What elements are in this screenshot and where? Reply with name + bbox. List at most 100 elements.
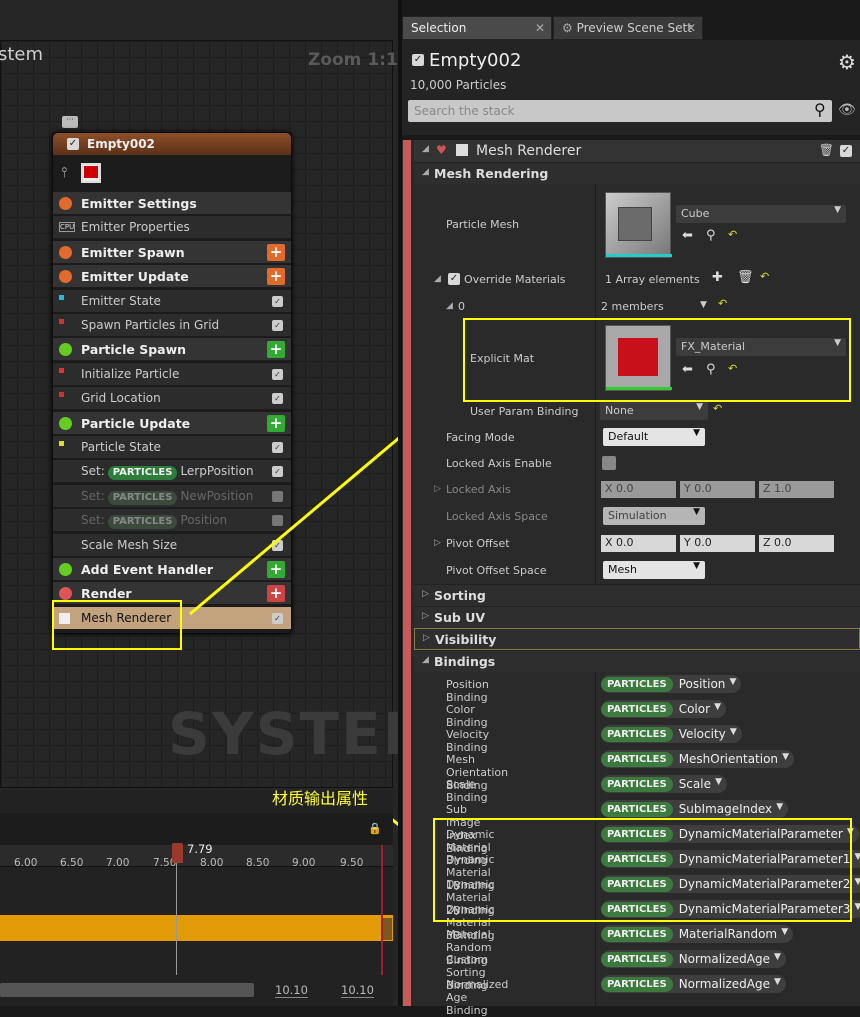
view-range-end[interactable]: 10.10 (341, 983, 374, 998)
timeline-track-end[interactable] (382, 918, 392, 940)
expand-arrow-icon[interactable]: ◢ (446, 301, 453, 311)
section-label: Sub UV (434, 610, 486, 625)
locked-axis-enable-checkbox[interactable] (602, 456, 616, 470)
user-param-label: User Param Binding (470, 405, 579, 418)
binding-combo[interactable]: PARTICLES Position ▼ (601, 675, 742, 693)
add-element-icon[interactable]: ✚ (712, 270, 723, 285)
expand-arrow-icon[interactable]: ▷ (434, 484, 441, 494)
reset-icon[interactable]: ↶ (760, 270, 769, 283)
pivot-offset-label: Pivot Offset (446, 537, 510, 550)
browse-icon[interactable]: ⚲ (706, 228, 716, 243)
chevron-down-icon[interactable]: ▼ (700, 300, 707, 310)
section-visibility[interactable]: ▷ Visibility (414, 628, 860, 650)
section-sub-uv[interactable]: ▷ Sub UV (414, 606, 860, 628)
mesh-asset-combo[interactable]: Cube ▼ (676, 205, 846, 223)
chevron-down-icon: ▼ (729, 727, 737, 737)
playhead-line[interactable] (176, 845, 177, 975)
close-icon[interactable]: ✕ (686, 21, 696, 35)
delete-icon[interactable]: 🗑 (819, 143, 834, 157)
expand-arrow-icon: ▷ (422, 589, 429, 599)
expand-arrow-icon[interactable]: ◢ (434, 274, 441, 284)
view-range-start[interactable]: 10.10 (275, 983, 308, 998)
reset-icon[interactable]: ↶ (728, 228, 737, 241)
facing-mode-value: Default (608, 430, 649, 443)
stack-search-input[interactable]: Search the stack (408, 100, 832, 122)
material-asset-combo[interactable]: FX_Material ▼ (676, 338, 846, 356)
material-asset-value: FX_Material (681, 340, 746, 353)
binding-combo[interactable]: PARTICLES Color ▼ (601, 700, 727, 718)
locked-axis-space-value: Simulation (608, 509, 667, 522)
mesh-icon (456, 144, 468, 156)
lock-icon[interactable]: 🔒 (368, 822, 382, 835)
tick-label: 8.50 (246, 857, 270, 869)
browse-icon[interactable]: ⚲ (706, 362, 716, 377)
binding-combo[interactable]: PARTICLES SubImageIndex ▼ (601, 800, 789, 818)
playhead-marker[interactable] (172, 843, 183, 863)
render-group-color-bar (403, 140, 411, 1006)
pivot-offset-y[interactable]: Y 0.0 (680, 535, 755, 552)
mesh-thumbnail[interactable] (605, 192, 672, 258)
timeline-scrollbar[interactable] (0, 983, 254, 997)
material-thumbnail[interactable] (605, 325, 672, 391)
binding-value: MaterialRandom (678, 927, 778, 941)
selection-title: Empty002 (429, 50, 522, 71)
binding-combo[interactable]: PARTICLES NormalizedAge ▼ (601, 950, 786, 968)
particles-tag: PARTICLES (601, 976, 673, 992)
chevron-down-icon: ▼ (774, 952, 781, 962)
binding-combo[interactable]: PARTICLES MeshOrientation ▼ (601, 750, 795, 768)
settings-gear-icon[interactable]: ⚙ (838, 50, 856, 74)
chevron-down-icon: ▼ (715, 777, 722, 787)
binding-value: Position (678, 677, 726, 691)
eye-icon[interactable]: 👁 (838, 102, 856, 118)
expand-arrow-icon: ▷ (423, 633, 430, 643)
expand-arrow-icon[interactable]: ▷ (434, 538, 441, 548)
reset-icon[interactable]: ↶ (713, 402, 722, 415)
section-mesh-rendering[interactable]: ◢ Mesh Rendering (414, 162, 860, 184)
pivot-offset-z[interactable]: Z 0.0 (759, 535, 834, 552)
override-materials-checkbox[interactable]: ✓ (448, 273, 460, 285)
chevron-down-icon: ▼ (714, 702, 722, 712)
pivot-offset-space-combo[interactable]: Mesh ▼ (603, 561, 705, 579)
tab-preview-scene[interactable]: ⚙ Preview Scene Sett ✕ (553, 16, 703, 40)
close-icon[interactable]: ✕ (535, 21, 545, 35)
section-label: Mesh Rendering (434, 166, 549, 181)
particles-tag: PARTICLES (601, 951, 673, 967)
use-selected-icon[interactable]: ⬅ (682, 228, 693, 243)
reset-icon[interactable]: ↶ (718, 297, 727, 310)
section-label: Bindings (434, 654, 496, 669)
binding-combo[interactable]: PARTICLES Scale ▼ (601, 775, 727, 793)
locked-axis-x[interactable]: X 0.0 (601, 481, 676, 498)
tab-selection[interactable]: Selection ✕ (402, 16, 552, 40)
binding-value: Scale (678, 777, 711, 791)
renderer-enable-checkbox[interactable]: ✓ (840, 145, 852, 157)
facing-mode-combo[interactable]: Default ▼ (603, 428, 705, 446)
particles-tag: PARTICLES (601, 676, 673, 692)
tick-label: 6.00 (14, 857, 38, 869)
binding-combo[interactable]: PARTICLES NormalizedAge ▼ (601, 975, 786, 993)
search-icon[interactable]: ⚲ (814, 100, 826, 119)
reset-icon[interactable]: ↶ (728, 362, 737, 375)
binding-value: SubImageIndex (678, 802, 773, 816)
timeline-end-marker[interactable] (381, 845, 383, 975)
binding-combo[interactable]: PARTICLES Velocity ▼ (601, 725, 742, 743)
collapse-arrow-icon[interactable]: ◢ (422, 144, 429, 154)
tab-bar: Selection ✕ ⚙ Preview Scene Sett ✕ (402, 16, 860, 40)
timeline-track-bar[interactable] (0, 915, 393, 941)
locked-axis-y[interactable]: Y 0.0 (680, 481, 755, 498)
user-param-value: None (605, 404, 634, 417)
user-param-combo[interactable]: None ▼ (600, 402, 708, 420)
use-selected-icon[interactable]: ⬅ (682, 362, 693, 377)
particles-tag: PARTICLES (601, 726, 673, 742)
binding-combo[interactable]: PARTICLES MaterialRandom ▼ (601, 925, 794, 943)
tick-label: 9.00 (292, 857, 316, 869)
section-bindings[interactable]: ◢ Bindings (414, 650, 860, 672)
tick-label: 7.00 (106, 857, 130, 869)
emitter-enabled-checkbox[interactable]: ✓ (412, 54, 424, 66)
section-sorting[interactable]: ▷ Sorting (414, 584, 860, 606)
pivot-offset-x[interactable]: X 0.0 (601, 535, 676, 552)
binding-value: MeshOrientation (678, 752, 779, 766)
tab-preview-label: Preview Scene Sett (576, 21, 692, 35)
locked-axis-space-combo[interactable]: Simulation ▼ (603, 507, 705, 525)
delete-icon[interactable]: 🗑 (737, 270, 754, 285)
locked-axis-z[interactable]: Z 1.0 (759, 481, 834, 498)
